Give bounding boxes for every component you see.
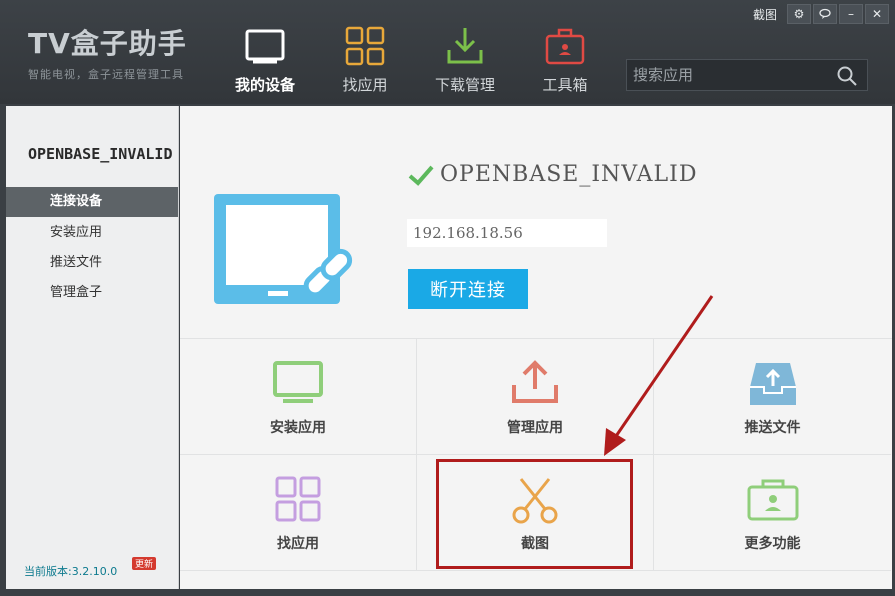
sidebar-item-connect-device[interactable]: 连接设备 — [6, 187, 178, 217]
action-find-apps[interactable]: 找应用 — [180, 455, 417, 571]
ip-address-field[interactable] — [407, 219, 607, 247]
window-controls: 截图 ⚙ – ✕ — [753, 4, 889, 24]
update-badge[interactable]: 更新 — [132, 557, 157, 570]
logo-subtitle: 智能电视，盒子远程管理工具 — [28, 68, 184, 81]
app-logo: TV盒子助手 智能电视，盒子远程管理工具 — [28, 22, 187, 82]
annotation-arrow — [604, 295, 714, 456]
more-features-icon — [747, 479, 798, 521]
nav-my-devices[interactable]: 我的设备 — [220, 24, 310, 95]
settings-gear-icon[interactable]: ⚙ — [787, 4, 811, 24]
toolbox-icon — [545, 28, 585, 65]
minimize-icon[interactable]: – — [839, 4, 863, 24]
action-label: 安装应用 — [270, 420, 326, 436]
sidebar: OPENBASE_INVALID 连接设备 安装应用 推送文件 管理盒子 更新 … — [6, 106, 179, 589]
action-label: 截图 — [521, 536, 549, 552]
search-box[interactable] — [626, 59, 868, 91]
feedback-icon[interactable] — [813, 4, 837, 24]
version-label: 当前版本:3.2.10.0 — [24, 565, 118, 578]
search-input[interactable] — [631, 64, 831, 86]
action-screenshot[interactable]: 截图 — [417, 455, 654, 571]
nav-label: 我的设备 — [234, 76, 295, 94]
check-icon — [408, 165, 434, 186]
chat-bubble-icon — [819, 8, 831, 19]
tv-connected-icon — [214, 194, 353, 304]
title-bar: TV盒子助手 智能电视，盒子远程管理工具 我的设备 找应用 下载管理 工具箱 搜… — [0, 0, 895, 104]
close-icon[interactable]: ✕ — [865, 4, 889, 24]
disconnect-button[interactable]: 断开连接 — [408, 269, 528, 309]
download-icon — [447, 28, 483, 64]
nav-label: 找应用 — [342, 76, 388, 94]
scissors-icon — [512, 478, 558, 524]
sidebar-item-push-file[interactable]: 推送文件 — [6, 248, 178, 278]
action-install-app[interactable]: 安装应用 — [180, 339, 417, 455]
action-label: 更多功能 — [744, 536, 801, 552]
main-panel: OPENBASE_INVALID 断开连接 安装应用 管理应用 推送文件 — [180, 106, 892, 589]
action-grid: 安装应用 管理应用 推送文件 找应用 截图 更多功能 — [180, 338, 892, 571]
search-icon[interactable] — [837, 66, 857, 86]
push-file-icon — [749, 363, 796, 405]
nav-label: 工具箱 — [542, 76, 588, 94]
tv-icon — [245, 29, 285, 64]
apps-grid-icon — [275, 476, 321, 522]
nav-toolbox[interactable]: 工具箱 — [520, 24, 610, 95]
nav-find-apps[interactable]: 找应用 — [320, 24, 410, 95]
action-label: 找应用 — [277, 536, 319, 552]
sidebar-item-manage-box[interactable]: 管理盒子 — [6, 278, 178, 308]
upload-icon — [512, 360, 558, 403]
sidebar-item-install-app[interactable]: 安装应用 — [6, 218, 178, 248]
connected-device-name: OPENBASE_INVALID — [440, 162, 698, 187]
apps-grid-icon — [345, 26, 385, 66]
sidebar-device-name: OPENBASE_INVALID — [28, 145, 173, 163]
nav-label: 下载管理 — [434, 76, 495, 94]
logo-title: TV盒子助手 — [28, 27, 187, 60]
nav-download-manager[interactable]: 下载管理 — [420, 24, 510, 95]
install-app-icon — [273, 361, 323, 403]
screenshot-link[interactable]: 截图 — [753, 6, 777, 23]
action-more-features[interactable]: 更多功能 — [654, 455, 891, 571]
